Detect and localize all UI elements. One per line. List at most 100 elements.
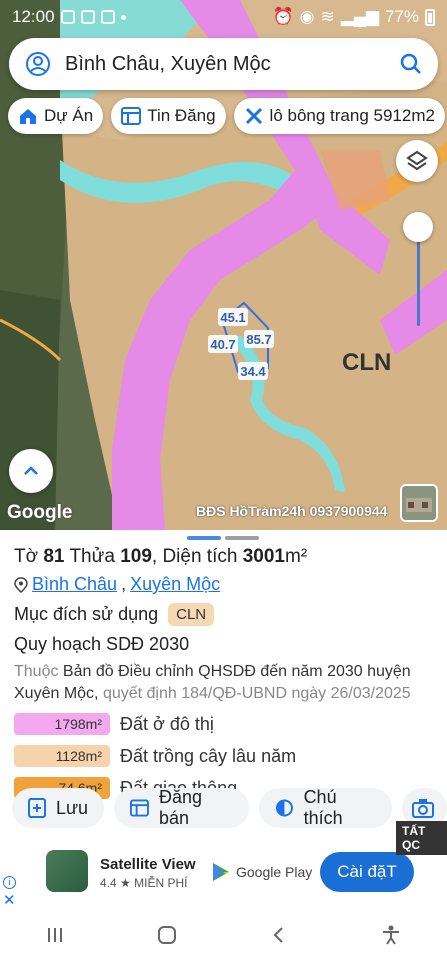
ad-rating: 4.4 ★ [100,876,131,890]
chip-label: Tin Đăng [147,106,216,125]
status-time: 12:00 [12,7,55,26]
contrast-icon [275,799,293,817]
search-icon[interactable] [400,53,422,75]
legend-swatch: 1798m² [14,713,110,735]
street-view-thumbnail[interactable] [400,484,438,522]
chevron-up-icon [24,466,38,475]
ad-close-icon[interactable]: ✕ [3,891,16,909]
status-bar-left: 12:00 [12,7,126,27]
location-separator: , [121,574,127,594]
plan-title: Quy hoạch SDĐ 2030 [14,634,190,654]
battery-level: 77% [384,7,419,26]
ad-price: MIỄN PHÍ [134,876,188,890]
purpose-badge: CLN [168,603,215,626]
plan-decision: quyết định 184/QĐ-UBND ngày 26/03/2025 [102,685,411,702]
slider-handle[interactable] [403,212,433,242]
save-label: Lưu [56,797,89,818]
ad-install-button[interactable]: Cài đặT [320,852,414,892]
parcel-title: Tờ 81 Thửa 109, Diện tích 3001m² [14,546,433,568]
measurement-label: 45.1 [220,310,245,325]
zone-label-cln: CLN [342,349,391,376]
account-icon[interactable] [25,51,51,77]
search-bar[interactable]: Bình Châu, Xuyên Mộc [9,38,438,90]
screen: 45.1 40.7 85.7 34.4 CLN 12:00 ⏰ ◉ ≋ ▂▄▆ 77%… [0,0,447,960]
chip-label: Dự Án [44,106,94,125]
ad-label[interactable]: TẤT QC [396,821,447,855]
location-pin-icon [14,576,28,593]
ad-banner[interactable]: i ✕ Satellite View 4.4 ★ MIỄN PHÍ Google… [0,840,447,910]
action-buttons: Lưu Đăng bán Chú thích [12,787,447,828]
back-icon[interactable] [269,925,289,945]
camera-icon [412,799,435,818]
panel-pager[interactable] [187,536,259,540]
legend-label: Đất ở đô thị [120,713,214,734]
pager-dot[interactable] [225,536,259,540]
chip-listings[interactable]: Tin Đăng [111,98,226,134]
ad-app-icon[interactable] [46,850,88,892]
ruler-icon [245,107,262,125]
purpose-label: Mục đích sử dụng [14,604,159,624]
recent-apps-icon[interactable] [45,925,65,945]
post-sale-button[interactable]: Đăng bán [114,787,249,828]
wifi-icon: ≋ [320,7,335,26]
battery-icon [425,8,435,26]
listing-icon [130,799,149,817]
filter-chips: Dự Án Tin Đăng lô bông trang 5912m2 [8,98,445,134]
chip-projects[interactable]: Dự Án [8,98,104,134]
legend-row: 1128m² Đất trồng cây lâu năm [14,745,433,767]
save-button[interactable]: Lưu [12,788,105,828]
measurement-label: 85.7 [246,332,271,347]
google-logo: Google [7,502,73,523]
street-view-icon [402,486,436,520]
plan-description: Thuộc Bản đồ Điều chỉnh QHSDĐ đến năm 20… [14,661,433,705]
accessibility-icon[interactable] [380,924,402,946]
map-watermark: BĐS HồTràm24h 0937900944 [196,503,388,519]
home-icon[interactable] [156,924,178,946]
layers-icon [406,150,428,171]
layers-button[interactable] [396,140,438,182]
status-bar: 12:00 ⏰ ◉ ≋ ▂▄▆ 77% [0,0,447,34]
save-icon [28,798,46,818]
ad-app-name[interactable]: Satellite View [100,856,196,873]
land-use-purpose: Mục đích sử dụng CLN [14,603,433,626]
legend-label: Chú thích [303,787,343,828]
ad-store-label: Google Play [236,864,313,880]
gallery-icon [100,10,115,24]
parcel-location: Bình Châu, Xuyên Mộc [14,574,433,595]
ad-info-icon[interactable]: i [3,876,16,889]
opacity-slider[interactable] [403,212,433,328]
post-sale-label: Đăng bán [158,787,202,828]
plot-label: Thửa [69,546,115,567]
expand-up-button[interactable] [9,449,53,493]
area-label: Diện tích [162,546,238,567]
notification-icon [60,10,75,24]
google-play-icon [213,863,229,881]
legend-swatch: 1128m² [14,745,110,767]
more-notifications-dot [120,14,126,20]
legend-button[interactable]: Chú thích [258,787,393,828]
sheet-number: 81 [43,546,65,567]
sheet-label: Tờ [14,546,39,567]
area-unit: m² [285,546,308,567]
district-link[interactable]: Xuyên Mộc [130,574,220,595]
legend-row: 1798m² Đất ở đô thị [14,713,433,735]
system-nav-bar [0,910,447,960]
listing-icon [121,107,142,125]
measurement-label: 34.4 [240,364,266,379]
plot-number: 109 [120,546,152,567]
plan-desc-prefix: Thuộc [14,663,59,680]
commune-link[interactable]: Bình Châu [32,574,117,595]
alarm-icon: ⏰ [272,7,294,26]
area-value: 3001 [242,546,285,567]
chip-measurement[interactable]: lô bông trang 5912m2 [233,98,445,134]
measurement-label: 40.7 [210,337,235,352]
location-icon: ◉ [299,7,315,26]
ad-app-meta: 4.4 ★ MIỄN PHÍ [100,876,187,890]
status-bar-right: ⏰ ◉ ≋ ▂▄▆ 77% [272,7,435,27]
title-comma: , [151,546,158,567]
pager-dot-active[interactable] [187,536,221,540]
chip-label: lô bông trang 5912m2 [269,106,435,125]
signal-icon: ▂▄▆ [340,7,379,26]
search-input[interactable]: Bình Châu, Xuyên Mộc [65,53,400,76]
ad-store[interactable]: Google Play [212,862,312,882]
